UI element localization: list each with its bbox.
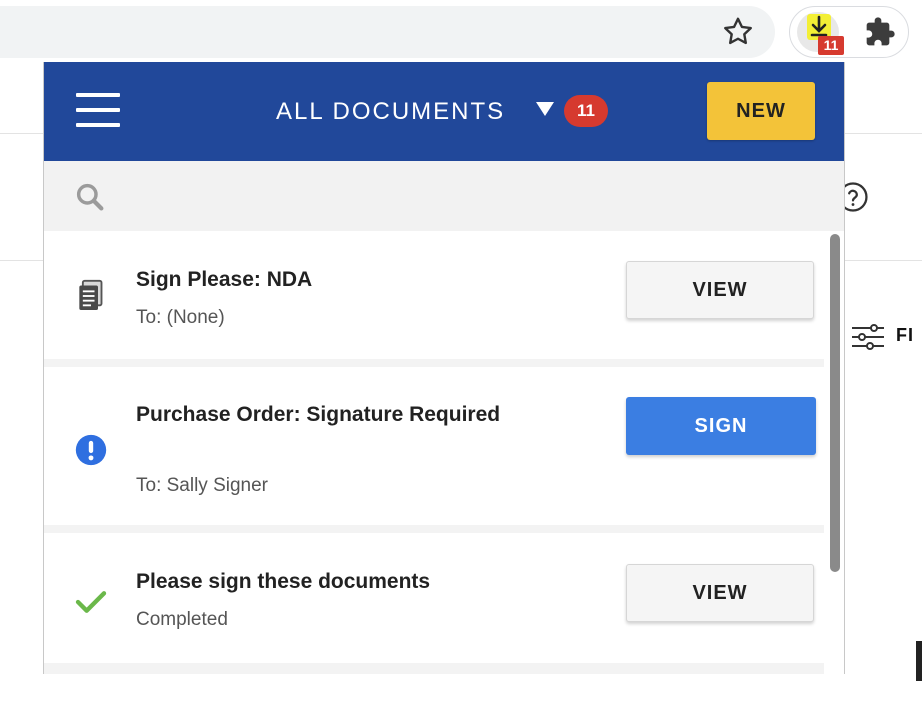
page-edge-mark [916,641,922,681]
sliders-icon [852,324,884,350]
document-title: Sign Please: NDA [136,268,313,291]
alert-icon [75,434,107,466]
filter-control[interactable]: FI [850,320,922,354]
view-button[interactable]: VIEW [626,564,814,622]
document-recipient: To: (None) [136,307,225,328]
document-title: Purchase Order: Signature Required [136,403,501,426]
filter-label: FI [896,325,914,345]
document-title: Please sign these documents [136,570,431,593]
document-count-badge: 11 [564,95,608,127]
document-list-item[interactable]: Purchase Order: Signature Required To: S… [44,367,824,525]
popup-header: ALL DOCUMENTS 11 NEW [44,62,844,161]
bookmark-star-icon[interactable] [720,14,756,50]
document-list-item[interactable]: Please sign these documents Completed VI… [44,533,824,663]
scrollbar-thumb[interactable] [830,234,840,572]
extension-badge: 11 [818,36,844,55]
hamburger-menu-icon[interactable] [76,93,120,129]
document-filter-title[interactable]: ALL DOCUMENTS [276,98,505,126]
documents-popup: ALL DOCUMENTS 11 NEW Sign Please: NDA To… [43,62,845,674]
document-icon [79,279,103,310]
search-icon [76,183,104,211]
view-button[interactable]: VIEW [626,261,814,319]
sign-button[interactable]: SIGN [626,397,816,455]
document-list: Sign Please: NDA To: (None) VIEW Purchas… [44,231,844,674]
document-list-item[interactable]: Sign Please: NDA To: (None) VIEW [44,231,824,359]
browser-toolbar: 11 [0,0,922,62]
checkmark-icon [75,591,107,613]
new-document-button[interactable]: NEW [707,82,815,140]
search-bar [44,161,844,231]
search-input[interactable] [124,175,774,217]
document-recipient: To: Sally Signer [136,475,269,496]
document-status: Completed [136,609,228,630]
address-bar[interactable] [0,6,775,58]
dropdown-caret-icon[interactable] [535,100,555,118]
puzzle-icon[interactable] [864,16,896,48]
